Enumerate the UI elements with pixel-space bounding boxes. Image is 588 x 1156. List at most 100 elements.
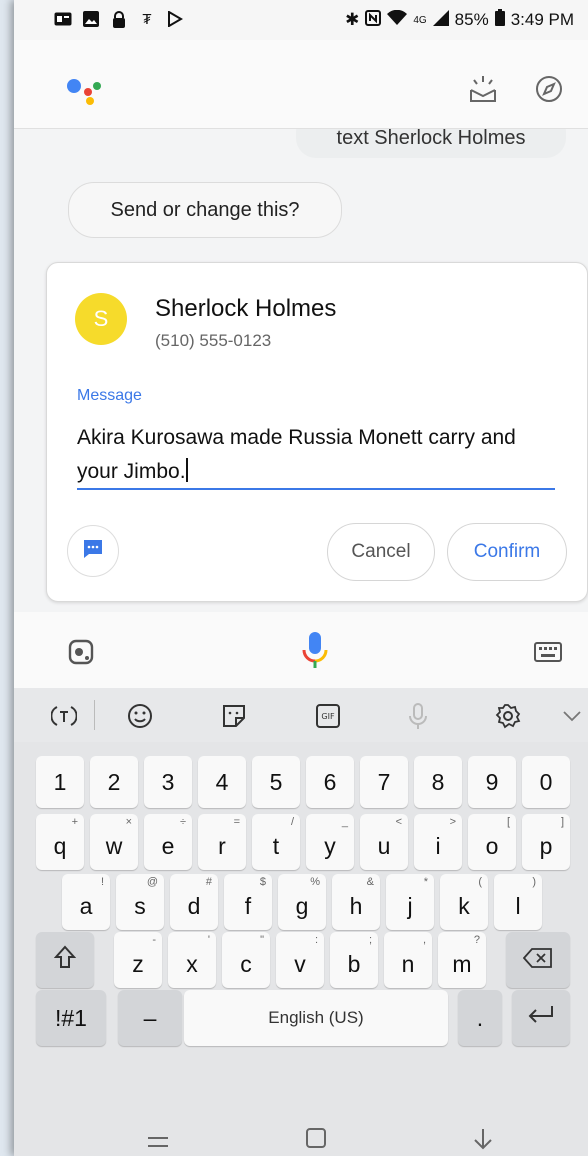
key-hint: ( [478, 876, 482, 888]
enter-key[interactable] [512, 990, 570, 1046]
key-label: 7 [377, 768, 391, 795]
key-hint: ] [560, 816, 564, 828]
assistant-input-bar [14, 612, 588, 688]
key-j[interactable]: * j [386, 874, 434, 930]
key-t[interactable]: / t [252, 814, 300, 870]
settings-icon[interactable] [494, 702, 522, 730]
period-key[interactable]: . [458, 990, 502, 1046]
message-label: Message [77, 387, 142, 404]
shift-key[interactable] [36, 932, 94, 988]
phone-screen: ₮ ✱ 4G 85% 3:49 PM text Sherlock Holmes … [14, 0, 588, 1156]
assistant-logo-icon[interactable] [66, 76, 102, 111]
battery-percent: 85% [454, 10, 489, 29]
key-label: e [161, 832, 175, 859]
key-n[interactable]: ,n [384, 932, 432, 988]
confirm-button[interactable]: Confirm [447, 523, 567, 581]
key-2[interactable]: 2 [90, 756, 138, 808]
key-h[interactable]: & h [332, 874, 380, 930]
key-m[interactable]: ? m [438, 932, 486, 988]
key-label: 2 [107, 768, 121, 795]
lens-icon[interactable] [68, 639, 94, 670]
key-0[interactable]: 0 [522, 756, 570, 808]
signal-icon [432, 9, 449, 31]
key-v[interactable]: :v [276, 932, 324, 988]
toolbar-separator [94, 700, 95, 730]
key-z[interactable]: -z [114, 932, 162, 988]
chevron-down-icon[interactable] [558, 702, 586, 730]
key-hint: _ [341, 816, 348, 828]
key-hint: $ [259, 876, 266, 888]
key-y[interactable]: _ y [306, 814, 354, 870]
messages-app-icon [81, 537, 105, 566]
key-d[interactable]: # d [170, 874, 218, 930]
key-label: 5 [269, 768, 283, 795]
key-b[interactable]: ; b [330, 932, 378, 988]
key-9[interactable]: 9 [468, 756, 516, 808]
explore-icon[interactable] [534, 74, 564, 109]
sticker-icon[interactable] [220, 702, 248, 730]
emoji-icon[interactable] [126, 702, 154, 730]
key-a[interactable]: ! a [62, 874, 110, 930]
key-5[interactable]: 5 [252, 756, 300, 808]
key-u[interactable]: < u [360, 814, 408, 870]
home-icon[interactable] [306, 1128, 326, 1154]
key-label: s [134, 892, 146, 919]
contact-phone: (510) 555-0123 [155, 331, 272, 350]
key-q[interactable]: + q [36, 814, 84, 870]
key-c[interactable]: " c [222, 932, 270, 988]
key-o[interactable]: [o [468, 814, 516, 870]
key-hint: ) [532, 876, 536, 888]
space-key[interactable]: English (US) [184, 990, 448, 1046]
backspace-icon [522, 947, 553, 974]
gif-icon[interactable]: GIF [314, 702, 342, 730]
dash-key[interactable]: – [118, 990, 182, 1046]
key-label: b [347, 950, 361, 977]
key-g[interactable]: % g [278, 874, 326, 930]
key-hint: % [310, 876, 320, 888]
key-8[interactable]: 8 [414, 756, 462, 808]
voice-input-icon [404, 702, 432, 730]
key-w[interactable]: × w [90, 814, 138, 870]
key-e[interactable]: ÷ e [144, 814, 192, 870]
key-label: d [187, 892, 201, 919]
recents-icon[interactable] [146, 1128, 170, 1154]
gallery-card-icon [54, 10, 72, 28]
backspace-key[interactable] [506, 932, 570, 988]
key-3[interactable]: 3 [144, 756, 192, 808]
key-hint: > [449, 816, 456, 828]
keyboard-toggle-icon[interactable] [534, 642, 562, 667]
key-hint: " [260, 934, 264, 946]
key-l[interactable]: ) l [494, 874, 542, 930]
symbols-key[interactable]: !#1 [36, 990, 106, 1046]
text-translate-icon[interactable] [50, 702, 78, 730]
cancel-button[interactable]: Cancel [327, 523, 435, 581]
key-x[interactable]: ' x [168, 932, 216, 988]
key-label: 1 [53, 768, 67, 795]
microphone-icon[interactable] [301, 630, 329, 677]
message-text: Akira Kurosawa made Russia Monett carry … [77, 426, 516, 483]
image-icon [82, 10, 100, 28]
key-4[interactable]: 4 [198, 756, 246, 808]
clock: 3:49 PM [510, 10, 574, 29]
key-7[interactable]: 7 [360, 756, 408, 808]
back-icon[interactable] [472, 1128, 494, 1156]
updates-icon[interactable] [468, 74, 498, 109]
key-hint: @ [146, 876, 158, 888]
key-6[interactable]: 6 [306, 756, 354, 808]
symbols-key-label: !#1 [55, 1004, 87, 1031]
key-k[interactable]: (k [440, 874, 488, 930]
key-label: 0 [539, 768, 553, 795]
keyboard-toolbar: GIF [14, 688, 588, 742]
messages-app-button[interactable] [67, 525, 119, 577]
message-field[interactable]: Akira Kurosawa made Russia Monett carry … [77, 421, 557, 489]
key-p[interactable]: ] p [522, 814, 570, 870]
key-s[interactable]: @ s [116, 874, 164, 930]
key-label: u [377, 832, 391, 859]
key-i[interactable]: > i [414, 814, 462, 870]
key-label: h [349, 892, 363, 919]
key-r[interactable]: = r [198, 814, 246, 870]
play-store-icon [166, 10, 184, 28]
enter-icon [526, 1004, 556, 1032]
key-1[interactable]: 1 [36, 756, 84, 808]
key-f[interactable]: $ f [224, 874, 272, 930]
